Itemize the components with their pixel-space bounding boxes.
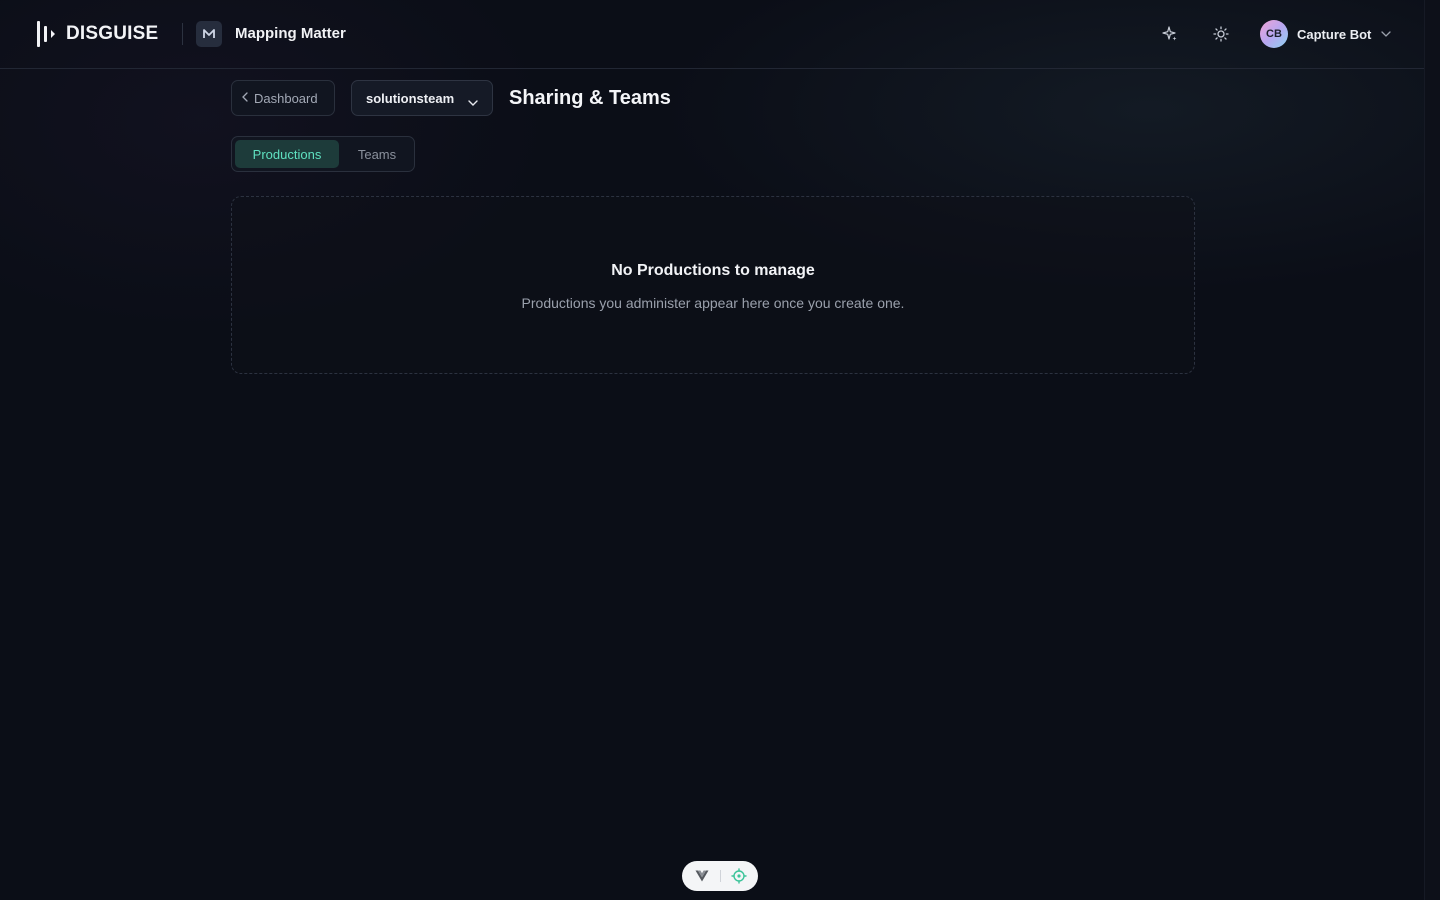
chevron-left-icon: [242, 89, 248, 107]
header-divider: [182, 23, 183, 45]
page-title: Sharing & Teams: [509, 87, 671, 109]
app-title[interactable]: Mapping Matter: [235, 25, 346, 42]
sparkle-icon[interactable]: [1160, 24, 1180, 44]
top-header: DISGUISE Mapping Matter CB Capture Bot: [0, 0, 1424, 69]
user-name: Capture Bot: [1297, 26, 1372, 42]
tab-teams[interactable]: Teams: [343, 140, 411, 168]
chevron-down-icon: [468, 93, 478, 111]
tab-productions[interactable]: Productions: [235, 140, 339, 168]
empty-state-panel: No Productions to manage Productions you…: [231, 196, 1195, 374]
avatar: CB: [1260, 20, 1288, 48]
sun-icon[interactable]: [1211, 24, 1231, 44]
empty-state-subtitle: Productions you administer appear here o…: [521, 295, 905, 311]
back-to-dashboard-button[interactable]: Dashboard: [231, 80, 335, 116]
brand-name: DISGUISE: [66, 23, 159, 44]
back-button-label: Dashboard: [254, 90, 318, 106]
empty-state-title: No Productions to manage: [611, 262, 815, 279]
team-select-value: solutionsteam: [366, 90, 455, 106]
brand-logo[interactable]: DISGUISE: [36, 20, 158, 48]
mapping-matter-logo-icon: [203, 29, 215, 38]
pill-divider: [719, 870, 721, 882]
team-select[interactable]: solutionsteam: [351, 80, 493, 116]
disguise-logo-icon: [37, 21, 55, 47]
user-menu[interactable]: CB Capture Bot: [1260, 20, 1392, 48]
target-icon[interactable]: [729, 866, 749, 886]
floating-toolbar: [682, 861, 758, 891]
tab-group: Productions Teams: [231, 136, 415, 172]
chevron-down-icon: [1381, 31, 1392, 37]
app-badge[interactable]: [196, 21, 222, 47]
scrollbar-track[interactable]: [1424, 0, 1440, 900]
vue-devtools-icon[interactable]: [692, 866, 712, 886]
